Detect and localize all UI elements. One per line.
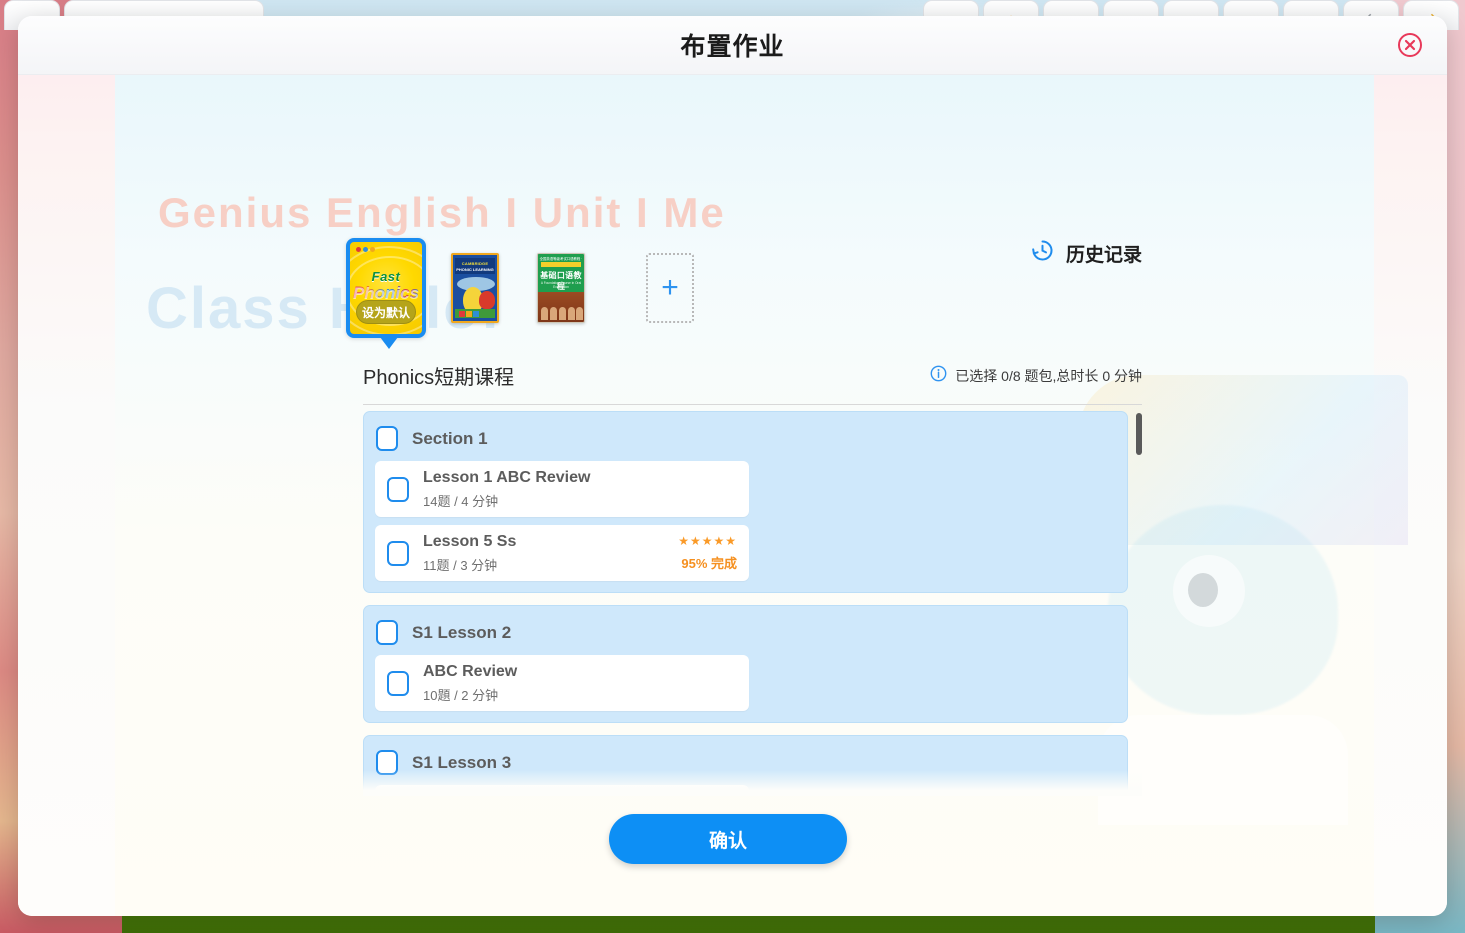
confirm-button[interactable]: 确认 xyxy=(609,814,847,864)
book-slot-2: CAMBRIDGE PHONIC LEARNING xyxy=(432,238,518,338)
history-label: 历史记录 xyxy=(1066,244,1143,266)
lesson-grid: ABC Review 10題 / 2 分钟 xyxy=(375,655,1116,711)
history-clock-icon xyxy=(1030,238,1055,268)
lesson-card[interactable]: Lesson 1 ABC Review 14题 / 4 分钟 xyxy=(375,461,749,517)
section-card: S1 Lesson 2 ABC Review 10題 / 2 分钟 xyxy=(363,605,1128,723)
lesson-checkbox[interactable] xyxy=(387,476,409,502)
info-circle-icon[interactable] xyxy=(930,365,947,387)
book-cover-cambridge-phonics[interactable]: CAMBRIDGE PHONIC LEARNING xyxy=(451,253,499,323)
completion-percent: 95% 完成 xyxy=(681,555,737,571)
lesson-progress: ★★★★★ 95% 完成 xyxy=(678,535,737,572)
lesson-card[interactable]: ABC Review 10題 / 2 分钟 xyxy=(375,785,749,796)
lesson-title: ABC Review xyxy=(423,663,518,680)
section-title: Section 1 xyxy=(412,428,488,448)
close-circle-icon[interactable] xyxy=(1397,32,1423,58)
lesson-meta: 11题 / 3 分钟 xyxy=(423,558,498,573)
course-heading-row: Phonics短期课程 已选择 0/8 题包,总时长 0 分钟 xyxy=(363,361,1142,405)
cover3-band xyxy=(541,262,581,267)
cover2-line2: PHONIC LEARNING xyxy=(456,267,494,272)
cover2-line1: CAMBRIDGE xyxy=(461,261,489,266)
section-header[interactable]: Section 1 xyxy=(375,422,1116,461)
lesson-text: Lesson 5 Ss 11题 / 3 分钟 xyxy=(423,532,664,574)
cover-logo-dots xyxy=(356,247,375,252)
modal-title: 布置作业 xyxy=(680,33,785,61)
section-header[interactable]: S1 Lesson 2 xyxy=(375,616,1116,655)
cover3-header: 全国英语等级考试口语教程 · 基础口语 基础口语教程 A Foundation … xyxy=(538,254,584,292)
modal-titlebar: 布置作业 xyxy=(18,16,1447,75)
cover2-blocks xyxy=(459,311,486,317)
section-title: S1 Lesson 3 xyxy=(412,752,512,772)
set-as-default-badge[interactable]: 设为默认 xyxy=(356,300,416,324)
book-slot-3: 全国英语等级考试口语教程 · 基础口语 基础口语教程 A Foundation … xyxy=(518,238,604,338)
cover-title-art: Fast Phonics xyxy=(350,270,422,301)
book-selector-row: Fast Phonics 设为默认 CAMBRIDGE PHONIC LEARN… xyxy=(346,238,736,349)
book-cover-spoken-course[interactable]: 全国英语等级考试口语教程 · 基础口语 基础口语教程 A Foundation … xyxy=(537,253,585,323)
lesson-checkbox[interactable] xyxy=(387,670,409,696)
cover-title-top: Fast xyxy=(371,269,401,284)
section-card: S1 Lesson 3 ABC Review 10題 / 2 分钟 xyxy=(363,735,1128,796)
lesson-scroll-container[interactable]: Section 1 Lesson 1 ABC Review 14题 / 4 分钟 xyxy=(363,411,1142,796)
section-checkbox[interactable] xyxy=(376,426,398,451)
cover2-header: CAMBRIDGE PHONIC LEARNING xyxy=(455,258,495,274)
cover3-photo xyxy=(538,292,584,322)
cover-title-main: Phonics xyxy=(350,284,422,301)
lesson-card[interactable]: Lesson 5 Ss 11题 / 3 分钟 ★★★★★ 95% 完成 xyxy=(375,525,749,581)
lesson-text: Lesson 1 ABC Review 14题 / 4 分钟 xyxy=(423,468,737,510)
lesson-list-scrollbar[interactable] xyxy=(1136,411,1142,796)
lesson-card[interactable]: ABC Review 10題 / 2 分钟 xyxy=(375,655,749,711)
lesson-text: ABC Review 10題 / 2 分钟 xyxy=(423,792,737,796)
modal-body: Genius English I Unit I Me Class Hello! … xyxy=(18,75,1447,916)
section-card: Section 1 Lesson 1 ABC Review 14题 / 4 分钟 xyxy=(363,411,1128,593)
book-slot-selected: Fast Phonics 设为默认 xyxy=(346,238,432,349)
lesson-meta: 10題 / 2 分钟 xyxy=(423,688,499,703)
course-name: Phonics短期课程 xyxy=(363,367,515,389)
lesson-title: Lesson 5 Ss xyxy=(423,533,517,550)
star-rating: ★★★★★ xyxy=(678,533,737,548)
selected-book-pointer xyxy=(380,337,398,349)
lesson-text: ABC Review 10題 / 2 分钟 xyxy=(423,662,737,704)
lesson-list-scroll-thumb[interactable] xyxy=(1136,413,1142,455)
selection-status-text: 已选择 0/8 题包,总时长 0 分钟 xyxy=(955,367,1142,384)
book-slot-add: + xyxy=(604,238,736,338)
lesson-list: Section 1 Lesson 1 ABC Review 14题 / 4 分钟 xyxy=(363,411,1142,796)
lesson-title: ABC Review xyxy=(423,793,517,796)
lesson-meta: 14题 / 4 分钟 xyxy=(423,494,499,509)
add-book-button[interactable]: + xyxy=(646,253,694,323)
history-link[interactable]: 历史记录 xyxy=(1030,238,1142,268)
section-header[interactable]: S1 Lesson 3 xyxy=(375,746,1116,785)
selection-status: 已选择 0/8 题包,总时长 0 分钟 xyxy=(930,365,1142,387)
lesson-grid: Lesson 1 ABC Review 14题 / 4 分钟 Lesson 5 … xyxy=(375,461,1116,581)
lesson-checkbox[interactable] xyxy=(387,540,409,566)
cover2-mascot-red xyxy=(479,291,495,309)
section-checkbox[interactable] xyxy=(376,620,398,645)
book-cover-fast-phonics[interactable]: Fast Phonics 设为默认 xyxy=(346,238,426,338)
section-title: S1 Lesson 2 xyxy=(412,622,512,642)
lesson-grid: ABC Review 10題 / 2 分钟 xyxy=(375,785,1116,796)
plus-icon: + xyxy=(661,271,679,304)
lesson-title: Lesson 1 ABC Review xyxy=(423,469,591,486)
assign-homework-modal: 布置作业 Genius English I Unit I Me Class He… xyxy=(18,16,1447,916)
section-checkbox[interactable] xyxy=(376,750,398,775)
cover3-subtitle: A Foundation Course in Oral Expression xyxy=(540,281,582,289)
